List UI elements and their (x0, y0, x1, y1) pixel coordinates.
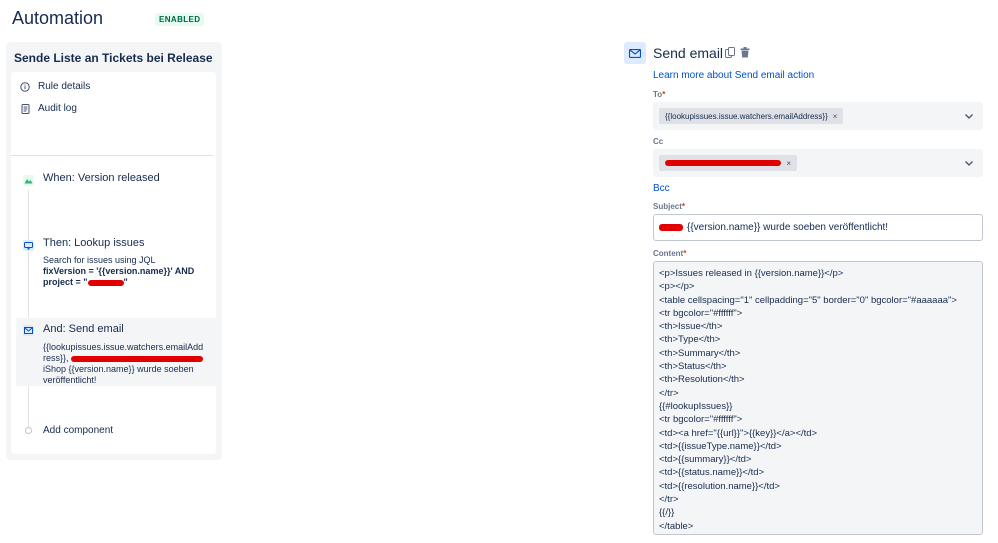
rule-panel: Sende Liste an Tickets bei Release Rule … (6, 42, 222, 460)
remove-chip-icon[interactable]: × (833, 112, 838, 121)
lookup-desc-project: project = " (43, 277, 88, 287)
menu-divider (11, 155, 213, 156)
content-textarea[interactable]: <p>Issues released in {{version.name}}</… (653, 261, 983, 535)
rule-card: Rule details Audit log When: Version rel… (11, 72, 216, 454)
chevron-down-icon[interactable] (965, 111, 973, 121)
redaction-mark (659, 224, 683, 231)
to-select[interactable]: {{lookupissues.issue.watchers.emailAddre… (653, 102, 983, 130)
audit-log-link[interactable]: Audit log (20, 103, 77, 114)
email-desc-line2: ress}}, (43, 353, 69, 363)
lookup-desc-quote: " (123, 277, 128, 287)
copy-icon[interactable] (725, 47, 735, 58)
email-desc-line3: iShop {{version.name}} wurde soeben (43, 364, 194, 374)
content-line: </tr> (659, 387, 679, 399)
document-icon (20, 103, 30, 114)
email-step-icon (23, 325, 34, 336)
content-line: <th>Resolution</th> (659, 374, 745, 386)
chevron-down-icon[interactable] (965, 158, 973, 168)
content-line: <tr bgcolor="#ffffff"> (659, 307, 743, 319)
cc-chip: × (659, 155, 797, 171)
redaction-mark (665, 160, 782, 166)
redaction-mark (71, 355, 204, 362)
status-badge: ENABLED (155, 13, 205, 26)
to-chip-label: {{lookupissues.issue.watchers.emailAddre… (665, 111, 828, 121)
subject-value: {{version.name}} wurde soeben veröffentl… (687, 222, 889, 233)
timeline-connector (28, 190, 29, 430)
learn-more-link[interactable]: Learn more about Send email action (653, 70, 814, 81)
to-chip: {{lookupissues.issue.watchers.emailAddre… (659, 108, 844, 124)
content-label: Content* (653, 249, 687, 258)
remove-chip-icon[interactable]: × (786, 159, 791, 168)
content-line: {{#lookupIssues}} (659, 400, 733, 412)
content-line: <th>Type</th> (659, 334, 721, 346)
content-line: <tr bgcolor="#ffffff"> (659, 414, 743, 426)
email-step-title[interactable]: And: Send email (43, 323, 124, 335)
cc-label: Cc (653, 137, 664, 146)
rule-name[interactable]: Sende Liste an Tickets bei Release (14, 51, 213, 65)
email-step-description: {{lookupissues.issue.watchers.emailAdd r… (43, 342, 213, 386)
content-line: <td>{{resolution.name}}</td> (659, 480, 780, 492)
lookup-step-description: Search for issues using JQL fixVersion =… (43, 255, 213, 288)
content-line: <th>Issue</th> (659, 321, 723, 333)
audit-log-label: Audit log (38, 103, 77, 114)
lookup-desc-jql: fixVersion = '{{version.name}}' AND (43, 266, 195, 276)
bcc-link[interactable]: Bcc (653, 183, 670, 194)
cc-select[interactable]: × (653, 149, 983, 177)
content-line: <th>Summary</th> (659, 347, 741, 359)
content-line: </table> (659, 520, 694, 532)
subject-input[interactable]: {{version.name}} wurde soeben veröffentl… (653, 214, 983, 241)
lookup-step-title[interactable]: Then: Lookup issues (43, 237, 145, 249)
to-label: To* (653, 90, 666, 99)
rule-details-label: Rule details (38, 81, 91, 92)
redaction-mark (87, 279, 124, 286)
delete-icon[interactable] (740, 47, 750, 58)
content-line: <td>{{summary}}</td> (659, 454, 752, 466)
email-desc-line4: veröffentlicht! (43, 375, 97, 385)
content-line: <p></p> (659, 281, 695, 293)
info-icon (20, 81, 30, 92)
content-line: <p>Issues released in {{version.name}}</… (659, 268, 844, 279)
content-line: <td>{{status.name}}</td> (659, 467, 765, 479)
page-title: Automation (12, 8, 104, 28)
lookup-icon (23, 240, 34, 251)
content-line: <table cellspacing="1" cellpadding="5" b… (659, 294, 957, 306)
add-component-button[interactable]: Add component (43, 425, 113, 436)
add-component-dot-icon (25, 427, 32, 434)
content-line: <th>Status</th> (659, 361, 727, 373)
subject-label: Subject* (653, 202, 686, 211)
content-line: {{/}} (659, 507, 675, 519)
email-desc-line1: {{lookupissues.issue.watchers.emailAdd (43, 342, 204, 352)
content-line: <td><a href="{{url}}">{{key}}</a></td> (659, 427, 818, 439)
content-line: </tr> (659, 494, 679, 506)
rule-details-link[interactable]: Rule details (20, 81, 90, 92)
trigger-icon (23, 175, 34, 186)
trigger-step-title[interactable]: When: Version released (43, 172, 160, 184)
content-line: <td>{{issueType.name}}</td> (659, 440, 782, 452)
lookup-desc-plain: Search for issues using JQL (43, 255, 156, 265)
mail-icon (624, 42, 646, 64)
action-title: Send email (653, 45, 724, 61)
